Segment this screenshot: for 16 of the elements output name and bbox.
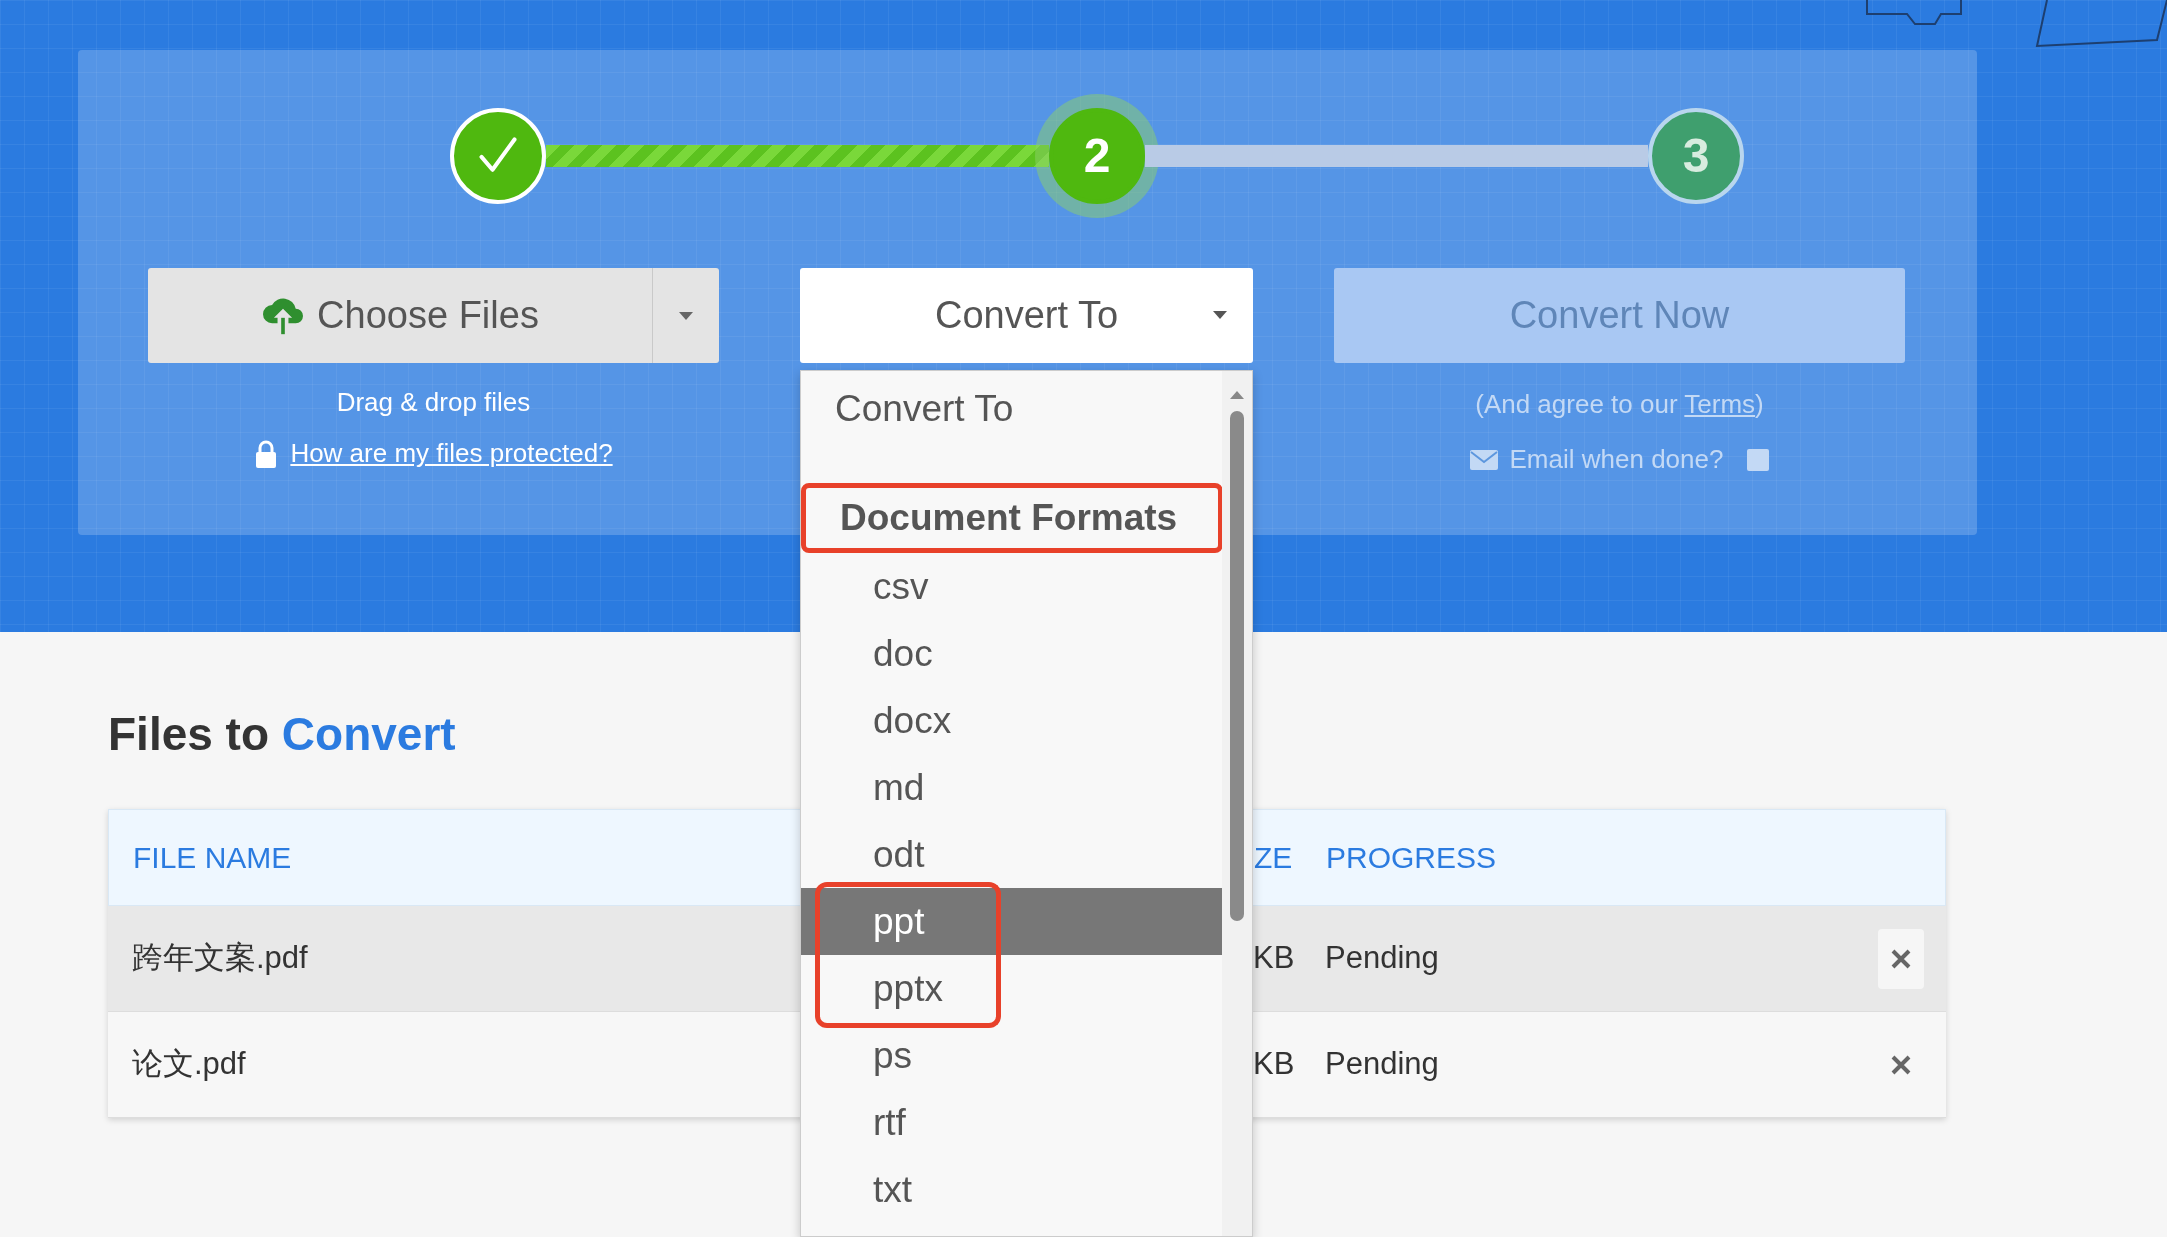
progress-cell-text: Pending bbox=[1325, 1045, 1440, 1084]
size-cell-text: KB bbox=[1253, 1045, 1296, 1084]
step-number: 3 bbox=[1682, 128, 1710, 184]
column-header: PROGRESS bbox=[1326, 840, 1497, 876]
column-header: FILE NAME bbox=[133, 841, 292, 874]
column-header: ZE bbox=[1254, 840, 1294, 876]
file-name-cell: 论文.pdf bbox=[132, 1046, 246, 1082]
progress-cell-text: Pending bbox=[1325, 939, 1440, 978]
option-group-label: Document Formats bbox=[801, 483, 1223, 553]
email-label: Email when done? bbox=[1509, 443, 1724, 476]
size-cell-text: KB bbox=[1253, 939, 1296, 978]
step-number: 2 bbox=[1083, 128, 1111, 184]
terms-text: (And agree to our Terms) bbox=[1475, 388, 1764, 421]
drag-drop-hint: Drag & drop files bbox=[336, 386, 531, 419]
file-name-cell: 跨年文案.pdf bbox=[132, 940, 308, 976]
section-title: Files to Convert bbox=[108, 707, 456, 762]
